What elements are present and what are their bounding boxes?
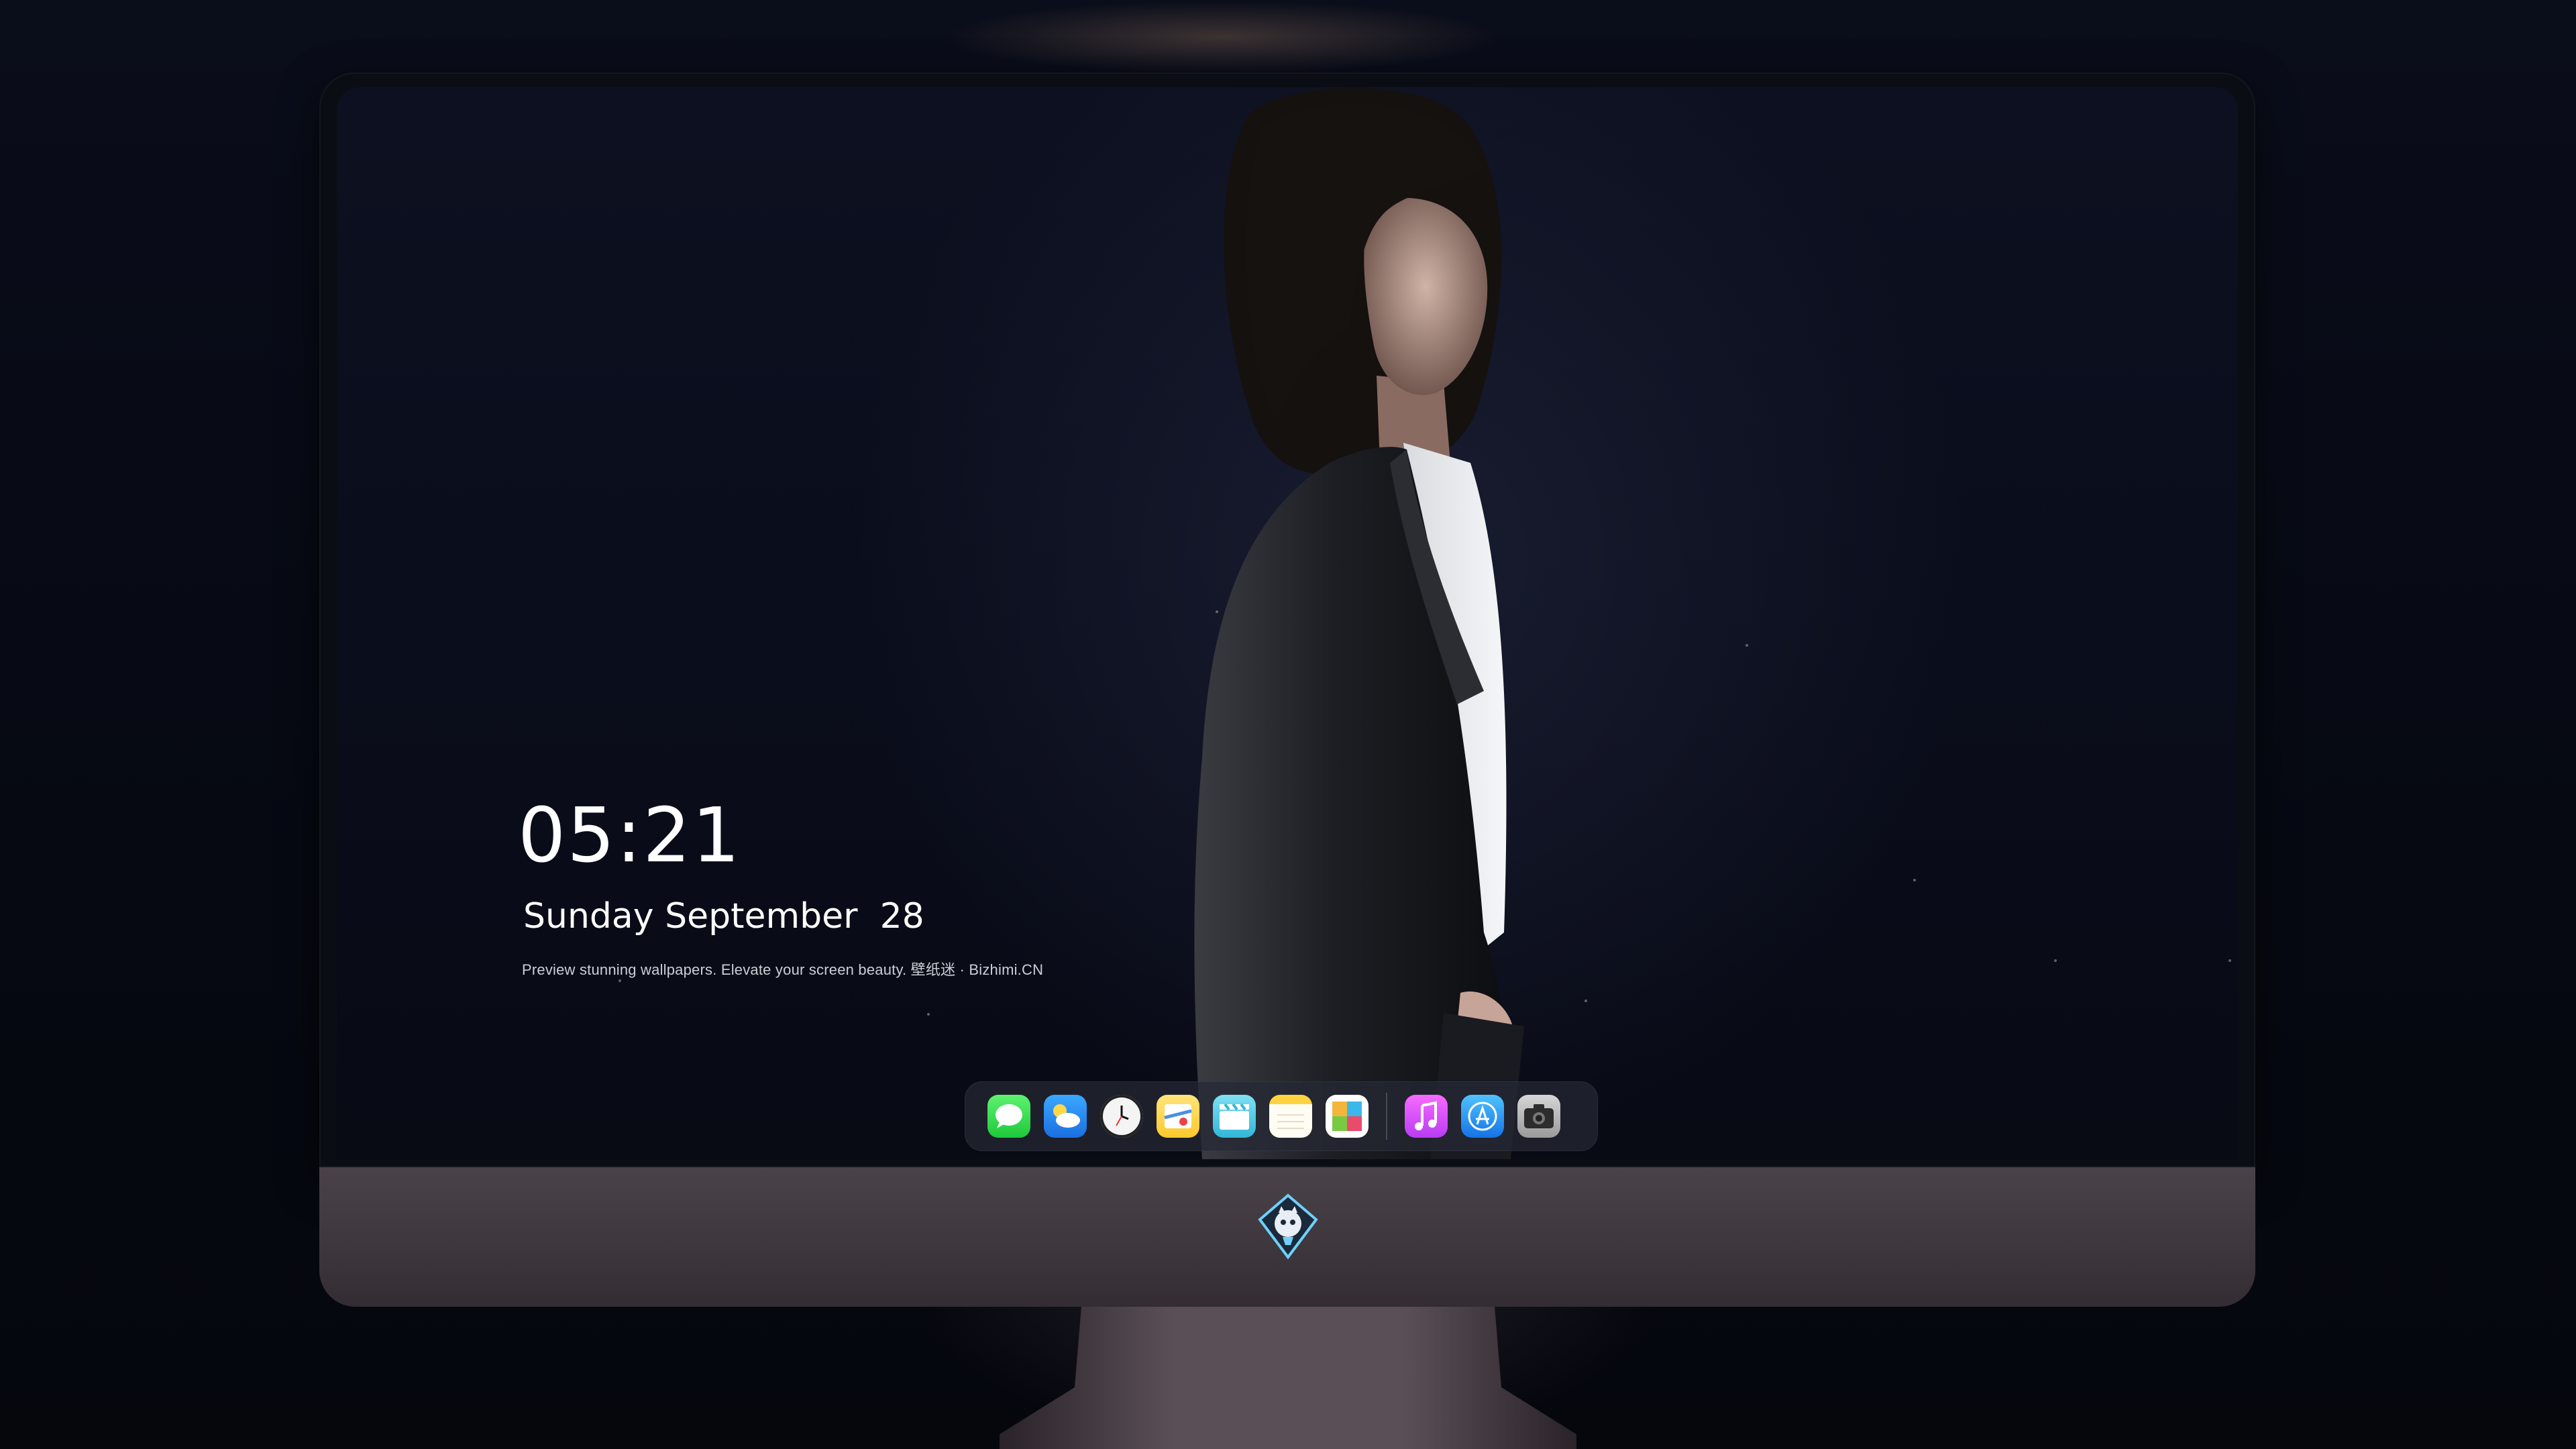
dock [965,1081,1598,1151]
dock-separator [1386,1093,1387,1140]
maps-icon[interactable] [1157,1095,1199,1138]
monitor-bezel: 05:21 Sunday September 28 Preview stunni… [319,72,2255,1167]
monitor: 05:21 Sunday September 28 Preview stunni… [319,72,2255,1307]
music-note-icon[interactable] [1405,1095,1448,1138]
desktop-scene: 05:21 Sunday September 28 Preview stunni… [0,0,2576,1449]
photos-icon[interactable] [1326,1095,1368,1138]
background-glow-top [939,0,1503,74]
clock-icon[interactable] [1100,1095,1143,1138]
clapperboard-icon[interactable] [1213,1095,1256,1138]
mascot-logo-icon [1258,1193,1318,1260]
wallpaper-tagline: Preview stunning wallpapers. Elevate you… [522,961,1044,978]
lock-screen[interactable]: 05:21 Sunday September 28 Preview stunni… [337,87,2238,1159]
wallpaper-portrait [1194,88,1524,1159]
monitor-chin [319,1167,2255,1307]
camera-icon[interactable] [1517,1095,1560,1138]
app-store-icon[interactable] [1461,1095,1504,1138]
messages-icon[interactable] [987,1095,1030,1138]
monitor-stand [1000,1307,1576,1449]
notes-icon[interactable] [1269,1095,1312,1138]
lock-screen-clock: 05:21 Sunday September 28 Preview stunni… [518,798,1043,979]
clock-date: Sunday September 28 [523,896,924,936]
weather-icon[interactable] [1044,1095,1087,1138]
clock-time: 05:21 [518,792,741,879]
